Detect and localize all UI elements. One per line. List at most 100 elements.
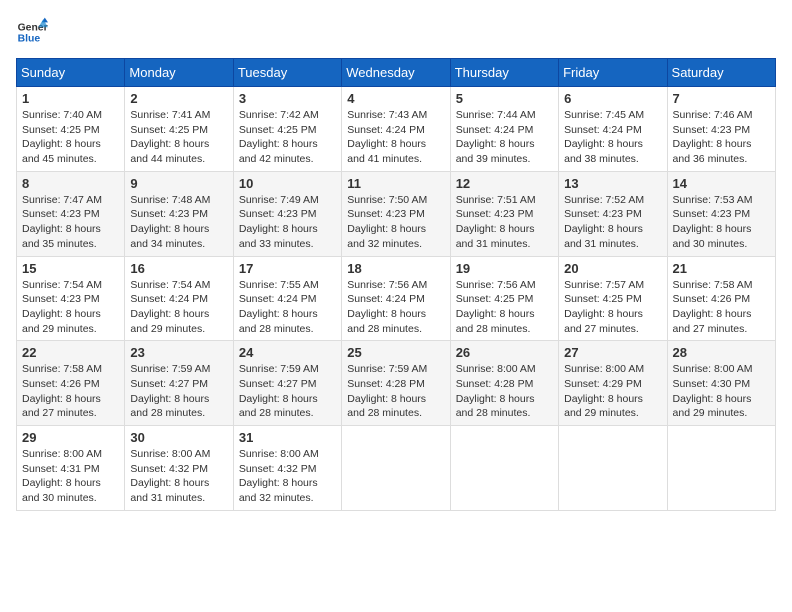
day-detail: Sunrise: 8:00 AM Sunset: 4:29 PM Dayligh… bbox=[564, 362, 661, 421]
calendar-cell: 27 Sunrise: 8:00 AM Sunset: 4:29 PM Dayl… bbox=[559, 341, 667, 426]
day-number: 27 bbox=[564, 345, 661, 360]
day-number: 3 bbox=[239, 91, 336, 106]
calendar-week-row: 15 Sunrise: 7:54 AM Sunset: 4:23 PM Dayl… bbox=[17, 256, 776, 341]
day-number: 25 bbox=[347, 345, 444, 360]
day-detail: Sunrise: 7:44 AM Sunset: 4:24 PM Dayligh… bbox=[456, 108, 553, 167]
day-number: 4 bbox=[347, 91, 444, 106]
calendar-cell: 5 Sunrise: 7:44 AM Sunset: 4:24 PM Dayli… bbox=[450, 87, 558, 172]
day-number: 6 bbox=[564, 91, 661, 106]
day-number: 30 bbox=[130, 430, 227, 445]
weekday-header: Wednesday bbox=[342, 59, 450, 87]
calendar-cell bbox=[342, 426, 450, 511]
day-number: 1 bbox=[22, 91, 119, 106]
day-number: 9 bbox=[130, 176, 227, 191]
svg-text:Blue: Blue bbox=[18, 34, 41, 45]
day-detail: Sunrise: 7:47 AM Sunset: 4:23 PM Dayligh… bbox=[22, 193, 119, 252]
day-number: 5 bbox=[456, 91, 553, 106]
weekday-header: Monday bbox=[125, 59, 233, 87]
calendar-cell: 30 Sunrise: 8:00 AM Sunset: 4:32 PM Dayl… bbox=[125, 426, 233, 511]
day-number: 19 bbox=[456, 261, 553, 276]
calendar-cell: 6 Sunrise: 7:45 AM Sunset: 4:24 PM Dayli… bbox=[559, 87, 667, 172]
day-number: 15 bbox=[22, 261, 119, 276]
logo: General Blue bbox=[16, 16, 48, 48]
day-detail: Sunrise: 8:00 AM Sunset: 4:30 PM Dayligh… bbox=[673, 362, 770, 421]
day-detail: Sunrise: 7:42 AM Sunset: 4:25 PM Dayligh… bbox=[239, 108, 336, 167]
day-number: 2 bbox=[130, 91, 227, 106]
day-number: 13 bbox=[564, 176, 661, 191]
day-detail: Sunrise: 7:40 AM Sunset: 4:25 PM Dayligh… bbox=[22, 108, 119, 167]
day-detail: Sunrise: 8:00 AM Sunset: 4:28 PM Dayligh… bbox=[456, 362, 553, 421]
day-detail: Sunrise: 7:59 AM Sunset: 4:27 PM Dayligh… bbox=[130, 362, 227, 421]
day-detail: Sunrise: 7:51 AM Sunset: 4:23 PM Dayligh… bbox=[456, 193, 553, 252]
day-detail: Sunrise: 8:00 AM Sunset: 4:32 PM Dayligh… bbox=[130, 447, 227, 506]
calendar-week-row: 22 Sunrise: 7:58 AM Sunset: 4:26 PM Dayl… bbox=[17, 341, 776, 426]
calendar-cell: 25 Sunrise: 7:59 AM Sunset: 4:28 PM Dayl… bbox=[342, 341, 450, 426]
day-detail: Sunrise: 7:48 AM Sunset: 4:23 PM Dayligh… bbox=[130, 193, 227, 252]
calendar-cell: 8 Sunrise: 7:47 AM Sunset: 4:23 PM Dayli… bbox=[17, 171, 125, 256]
day-detail: Sunrise: 7:59 AM Sunset: 4:27 PM Dayligh… bbox=[239, 362, 336, 421]
day-number: 10 bbox=[239, 176, 336, 191]
day-number: 12 bbox=[456, 176, 553, 191]
calendar-cell: 23 Sunrise: 7:59 AM Sunset: 4:27 PM Dayl… bbox=[125, 341, 233, 426]
day-detail: Sunrise: 7:45 AM Sunset: 4:24 PM Dayligh… bbox=[564, 108, 661, 167]
day-detail: Sunrise: 7:54 AM Sunset: 4:23 PM Dayligh… bbox=[22, 278, 119, 337]
day-number: 17 bbox=[239, 261, 336, 276]
day-detail: Sunrise: 7:58 AM Sunset: 4:26 PM Dayligh… bbox=[22, 362, 119, 421]
day-detail: Sunrise: 8:00 AM Sunset: 4:32 PM Dayligh… bbox=[239, 447, 336, 506]
logo-icon: General Blue bbox=[16, 16, 48, 48]
calendar-cell: 1 Sunrise: 7:40 AM Sunset: 4:25 PM Dayli… bbox=[17, 87, 125, 172]
day-detail: Sunrise: 7:53 AM Sunset: 4:23 PM Dayligh… bbox=[673, 193, 770, 252]
calendar-cell: 24 Sunrise: 7:59 AM Sunset: 4:27 PM Dayl… bbox=[233, 341, 341, 426]
calendar-cell: 26 Sunrise: 8:00 AM Sunset: 4:28 PM Dayl… bbox=[450, 341, 558, 426]
calendar-cell: 18 Sunrise: 7:56 AM Sunset: 4:24 PM Dayl… bbox=[342, 256, 450, 341]
calendar-cell: 9 Sunrise: 7:48 AM Sunset: 4:23 PM Dayli… bbox=[125, 171, 233, 256]
day-detail: Sunrise: 7:56 AM Sunset: 4:24 PM Dayligh… bbox=[347, 278, 444, 337]
day-detail: Sunrise: 8:00 AM Sunset: 4:31 PM Dayligh… bbox=[22, 447, 119, 506]
weekday-header-row: SundayMondayTuesdayWednesdayThursdayFrid… bbox=[17, 59, 776, 87]
calendar-cell: 29 Sunrise: 8:00 AM Sunset: 4:31 PM Dayl… bbox=[17, 426, 125, 511]
calendar-week-row: 8 Sunrise: 7:47 AM Sunset: 4:23 PM Dayli… bbox=[17, 171, 776, 256]
calendar-cell: 20 Sunrise: 7:57 AM Sunset: 4:25 PM Dayl… bbox=[559, 256, 667, 341]
day-detail: Sunrise: 7:52 AM Sunset: 4:23 PM Dayligh… bbox=[564, 193, 661, 252]
calendar-cell: 10 Sunrise: 7:49 AM Sunset: 4:23 PM Dayl… bbox=[233, 171, 341, 256]
calendar-cell: 12 Sunrise: 7:51 AM Sunset: 4:23 PM Dayl… bbox=[450, 171, 558, 256]
weekday-header: Thursday bbox=[450, 59, 558, 87]
day-detail: Sunrise: 7:55 AM Sunset: 4:24 PM Dayligh… bbox=[239, 278, 336, 337]
day-number: 22 bbox=[22, 345, 119, 360]
calendar-cell: 3 Sunrise: 7:42 AM Sunset: 4:25 PM Dayli… bbox=[233, 87, 341, 172]
day-number: 29 bbox=[22, 430, 119, 445]
calendar-cell: 31 Sunrise: 8:00 AM Sunset: 4:32 PM Dayl… bbox=[233, 426, 341, 511]
day-number: 14 bbox=[673, 176, 770, 191]
calendar-cell bbox=[450, 426, 558, 511]
day-number: 28 bbox=[673, 345, 770, 360]
day-detail: Sunrise: 7:50 AM Sunset: 4:23 PM Dayligh… bbox=[347, 193, 444, 252]
weekday-header: Friday bbox=[559, 59, 667, 87]
calendar-cell: 21 Sunrise: 7:58 AM Sunset: 4:26 PM Dayl… bbox=[667, 256, 775, 341]
calendar-cell: 17 Sunrise: 7:55 AM Sunset: 4:24 PM Dayl… bbox=[233, 256, 341, 341]
page-header: General Blue bbox=[16, 16, 776, 48]
day-detail: Sunrise: 7:46 AM Sunset: 4:23 PM Dayligh… bbox=[673, 108, 770, 167]
calendar-cell: 16 Sunrise: 7:54 AM Sunset: 4:24 PM Dayl… bbox=[125, 256, 233, 341]
calendar-cell: 15 Sunrise: 7:54 AM Sunset: 4:23 PM Dayl… bbox=[17, 256, 125, 341]
day-number: 11 bbox=[347, 176, 444, 191]
day-number: 8 bbox=[22, 176, 119, 191]
day-detail: Sunrise: 7:59 AM Sunset: 4:28 PM Dayligh… bbox=[347, 362, 444, 421]
day-number: 7 bbox=[673, 91, 770, 106]
calendar-cell: 11 Sunrise: 7:50 AM Sunset: 4:23 PM Dayl… bbox=[342, 171, 450, 256]
weekday-header: Saturday bbox=[667, 59, 775, 87]
day-number: 24 bbox=[239, 345, 336, 360]
calendar-cell: 2 Sunrise: 7:41 AM Sunset: 4:25 PM Dayli… bbox=[125, 87, 233, 172]
day-number: 21 bbox=[673, 261, 770, 276]
calendar-cell: 19 Sunrise: 7:56 AM Sunset: 4:25 PM Dayl… bbox=[450, 256, 558, 341]
day-number: 16 bbox=[130, 261, 227, 276]
calendar-cell bbox=[559, 426, 667, 511]
calendar-cell: 13 Sunrise: 7:52 AM Sunset: 4:23 PM Dayl… bbox=[559, 171, 667, 256]
day-detail: Sunrise: 7:54 AM Sunset: 4:24 PM Dayligh… bbox=[130, 278, 227, 337]
calendar-week-row: 29 Sunrise: 8:00 AM Sunset: 4:31 PM Dayl… bbox=[17, 426, 776, 511]
day-detail: Sunrise: 7:49 AM Sunset: 4:23 PM Dayligh… bbox=[239, 193, 336, 252]
calendar-week-row: 1 Sunrise: 7:40 AM Sunset: 4:25 PM Dayli… bbox=[17, 87, 776, 172]
day-detail: Sunrise: 7:57 AM Sunset: 4:25 PM Dayligh… bbox=[564, 278, 661, 337]
day-detail: Sunrise: 7:43 AM Sunset: 4:24 PM Dayligh… bbox=[347, 108, 444, 167]
day-detail: Sunrise: 7:41 AM Sunset: 4:25 PM Dayligh… bbox=[130, 108, 227, 167]
day-number: 31 bbox=[239, 430, 336, 445]
